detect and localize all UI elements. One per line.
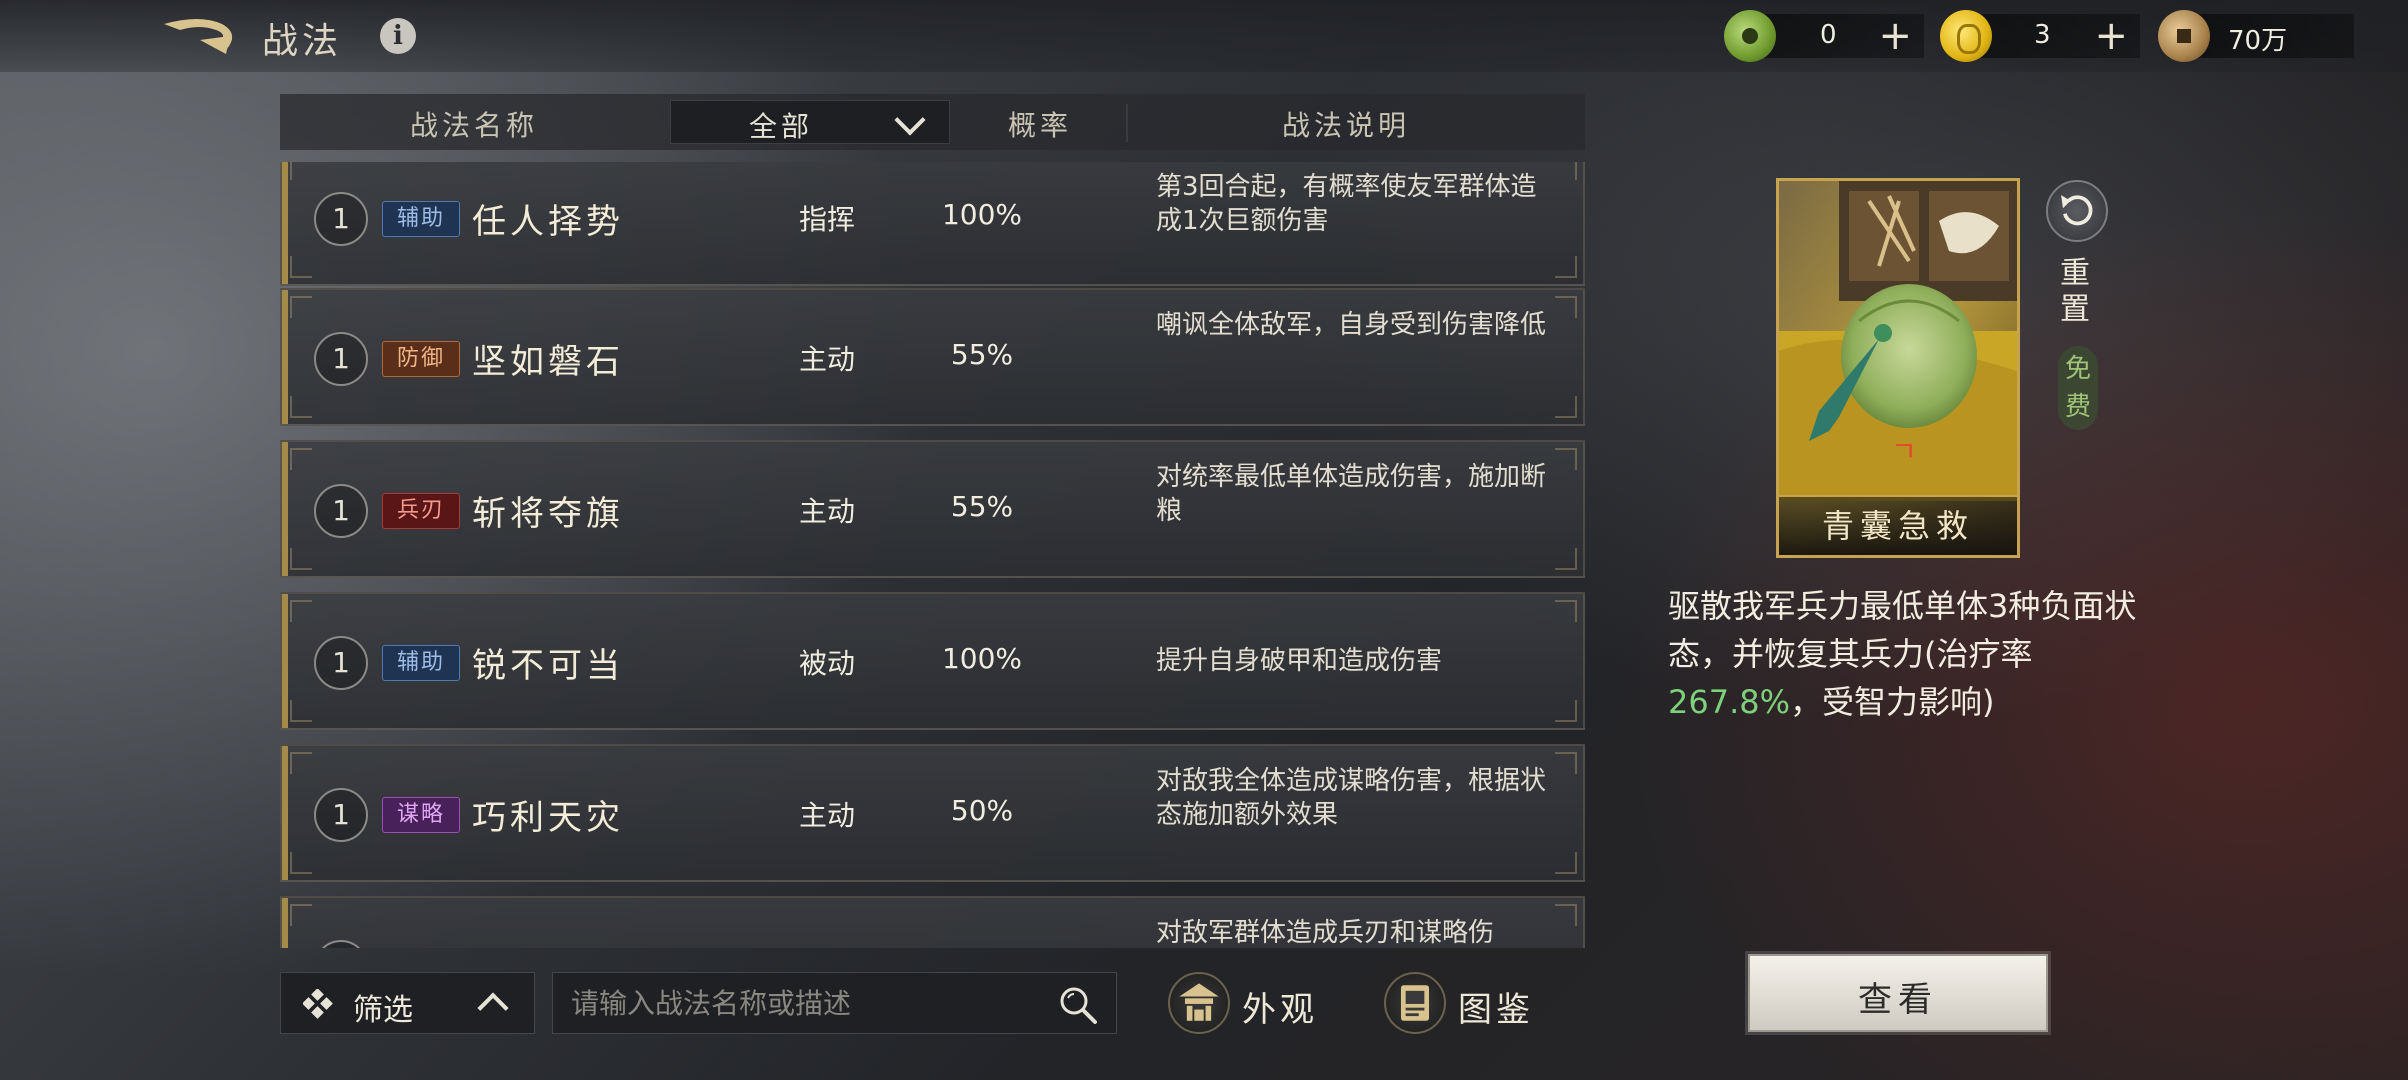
skill-tag: 辅助 (382, 645, 460, 681)
currency-gold: 3 + (1940, 10, 2140, 62)
codex-book-icon (1384, 972, 1446, 1034)
skill-name: 斩将夺旗 (472, 494, 624, 534)
back-arrow-icon[interactable] (160, 14, 246, 60)
reset-label: 重置 (2060, 256, 2090, 327)
skill-name: 坚如磐石 (472, 342, 624, 382)
view-label: 查看 (1858, 980, 1938, 1020)
skill-name: 锐不可当 (472, 646, 624, 686)
skill-row[interactable]: 对敌军群体造成兵刃和谋略伤 (280, 896, 1585, 948)
skill-name: 任人择势 (472, 202, 624, 242)
view-button[interactable]: 查看 (1748, 954, 2048, 1032)
codex-button[interactable]: 图鉴 (1384, 970, 1544, 1036)
type-filter-dropdown[interactable]: 全部 (670, 100, 950, 144)
search-input[interactable] (571, 981, 1041, 1025)
gold-ingot-icon (1940, 10, 1992, 62)
skill-rate: 100% (941, 198, 1023, 231)
skill-level: 1 (314, 332, 368, 386)
skill-card[interactable]: ㄱ 青囊急救 (1776, 178, 2020, 558)
chevron-up-icon (477, 992, 509, 1024)
skill-detail-text: 驱散我军兵力最低单体3种负面状态，并恢复其兵力(治疗率 267.8%，受智力影响) (1668, 582, 2138, 726)
skill-level: 1 (314, 484, 368, 538)
header-divider (1126, 104, 1128, 142)
jade-coin-icon (1724, 10, 1776, 62)
pavilion-icon (1168, 972, 1230, 1034)
skill-tag: 兵刃 (382, 493, 460, 529)
skill-rate: 55% (950, 490, 1014, 523)
skill-desc: 嘲讽全体敌军，自身受到伤害降低 (1156, 310, 1547, 340)
filter-label: 筛选 (353, 993, 413, 1028)
add-jade-button[interactable]: + (1878, 14, 1912, 58)
skill-desc: 对敌军群体造成兵刃和谋略伤 (1156, 918, 1495, 948)
chevron-down-icon (894, 104, 926, 136)
detail-heal-rate: 267.8% (1668, 683, 1791, 721)
reset-button[interactable] (2046, 180, 2108, 242)
col-rate-header: 概率 (1008, 109, 1073, 142)
jade-amount: 0 (1820, 20, 1837, 50)
skill-rate: 100% (941, 642, 1023, 675)
skill-row[interactable]: 1 兵刃 斩将夺旗 主动 55% 对统率最低单体造成伤害，施加断粮 (280, 440, 1585, 578)
skill-rate: 50% (950, 794, 1014, 827)
skill-row[interactable]: 1 辅助 任人择势 指挥 100% 第3回合起，有概率使友军群体造成1次巨额伤害 (280, 162, 1585, 286)
skill-rate: 55% (950, 338, 1014, 371)
skill-type: 指挥 (798, 203, 855, 236)
appearance-label: 外观 (1242, 990, 1318, 1030)
skill-level (314, 940, 368, 948)
appearance-button[interactable]: 外观 (1168, 970, 1328, 1036)
free-badge: 免费 (2058, 346, 2098, 430)
filter-button[interactable]: 筛选 (280, 972, 535, 1034)
skill-tag: 防御 (382, 341, 460, 377)
skill-level: 1 (314, 192, 368, 246)
col-name-header: 战法名称 (410, 109, 539, 142)
copper-amount: 70万 (2228, 26, 2288, 56)
skill-list[interactable]: 1 辅助 任人择势 指挥 100% 第3回合起，有概率使友军群体造成1次巨额伤害… (276, 162, 1588, 948)
skill-type: 主动 (798, 343, 855, 376)
table-header: 战法名称 全部 概率 战法说明 (280, 94, 1585, 150)
skill-tag: 辅助 (382, 201, 460, 237)
card-name: 青囊急救 (1821, 507, 1974, 545)
skill-type: 主动 (798, 799, 855, 832)
svg-text:ㄱ: ㄱ (1891, 435, 1917, 468)
gold-amount: 3 (2034, 20, 2051, 50)
skill-type: 主动 (798, 495, 855, 528)
currency-copper: 70万 (2158, 10, 2354, 62)
skill-desc: 提升自身破甲和造成伤害 (1156, 646, 1443, 676)
page-title: 战法 (262, 21, 343, 62)
skill-row[interactable]: 1 谋略 巧利天灾 主动 50% 对敌我全体造成谋略伤害，根据状态施加额外效果 (280, 744, 1585, 882)
skill-row[interactable]: 1 防御 坚如磐石 主动 55% 嘲讽全体敌军，自身受到伤害降低 (280, 288, 1585, 426)
detail-desc-after: ，受智力影响) (1790, 683, 1995, 721)
search-box[interactable] (552, 972, 1117, 1034)
skill-level: 1 (314, 636, 368, 690)
card-name-bar: 青囊急救 (1779, 495, 2017, 555)
skill-tag: 谋略 (382, 797, 460, 833)
currency-jade: 0 + (1724, 10, 1924, 62)
skill-desc: 对敌我全体造成谋略伤害，根据状态施加额外效果 (1156, 766, 1547, 830)
info-icon[interactable]: i (380, 18, 416, 54)
skill-desc: 对统率最低单体造成伤害，施加断粮 (1156, 462, 1547, 526)
codex-label: 图鉴 (1458, 990, 1534, 1030)
skill-level: 1 (314, 788, 368, 842)
add-gold-button[interactable]: + (2094, 14, 2128, 58)
search-icon[interactable] (1058, 985, 1098, 1025)
skill-desc: 第3回合起，有概率使友军群体造成1次巨额伤害 (1156, 172, 1537, 236)
type-filter-label: 全部 (748, 110, 813, 143)
top-bar: 战法 i 0 + 3 + 70万 (0, 0, 2408, 72)
copper-coin-icon (2158, 10, 2210, 62)
detail-desc-before: 驱散我军兵力最低单体3种负面状态，并恢复其兵力(治疗率 (1668, 587, 2137, 673)
reset-arrow-icon (2061, 195, 2093, 226)
skill-row[interactable]: 1 辅助 锐不可当 被动 100% 提升自身破甲和造成伤害 (280, 592, 1585, 730)
skill-name: 巧利天灾 (472, 798, 624, 838)
filter-diamond-icon (303, 989, 333, 1019)
skill-type: 被动 (798, 647, 855, 680)
col-desc-header: 战法说明 (1282, 109, 1411, 142)
